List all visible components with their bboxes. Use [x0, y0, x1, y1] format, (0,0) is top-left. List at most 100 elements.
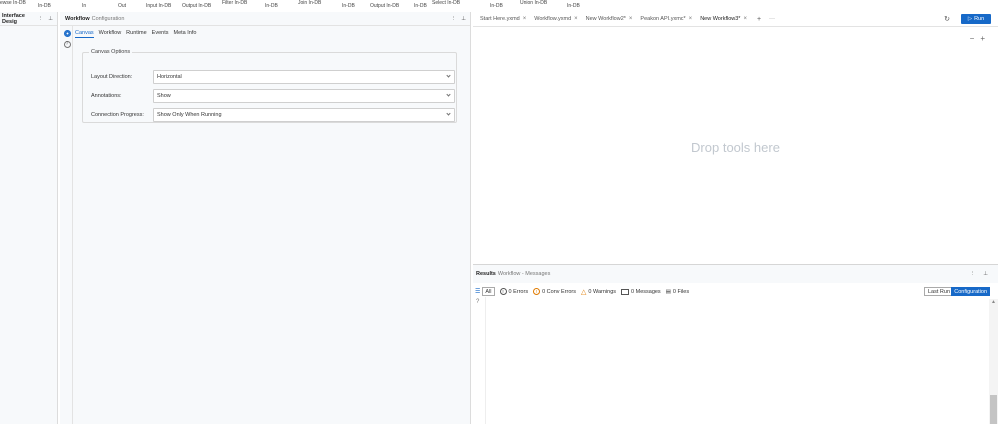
configuration-title: Workflow: [65, 15, 90, 22]
results-subtitle: Workflow - Messages: [497, 271, 551, 277]
ribbon-item[interactable]: Output In-DB: [182, 3, 211, 9]
file-icon: ▤: [665, 288, 671, 295]
filter-conv-errors-button[interactable]: ! 0 Conv Errors: [533, 288, 576, 295]
ribbon-item[interactable]: Join In-DB: [298, 0, 321, 6]
config-tabs: Canvas Workflow Runtime Events Meta Info: [75, 30, 196, 38]
ribbon-item[interactable]: Filter In-DB: [222, 0, 247, 6]
close-icon[interactable]: ×: [743, 16, 747, 22]
configuration-subtitle: Configuration: [91, 15, 125, 22]
config-divider: [72, 26, 73, 424]
zoom-out-button[interactable]: −: [970, 34, 975, 43]
more-options-icon[interactable]: ⋮: [970, 271, 976, 277]
help-icon[interactable]: ?: [476, 299, 479, 305]
workflow-tab-label: New Workflow2*: [585, 16, 626, 22]
help-icon[interactable]: ?: [63, 41, 71, 48]
more-tabs-button[interactable]: ···: [765, 16, 779, 22]
close-icon[interactable]: ×: [523, 16, 527, 22]
workflow-tab-label: Workflow.yxmd: [534, 16, 572, 22]
configuration-header: Workflow Configuration ⋮ ⊥: [60, 12, 470, 26]
workflow-tab-label: Start Here.yxmd: [480, 16, 520, 22]
configuration-panel: Workflow Configuration ⋮ ⊥ ? Canvas Work…: [60, 12, 471, 424]
configuration-icon[interactable]: [63, 30, 71, 37]
annotations-label: Annotations:: [91, 93, 122, 99]
tab-meta-info[interactable]: Meta Info: [173, 30, 196, 38]
filter-warnings-button[interactable]: △ 0 Warnings: [581, 288, 616, 296]
annotations-row: Annotations: Show: [91, 89, 455, 103]
last-run-button[interactable]: Last Run: [923, 287, 954, 296]
results-divider: [485, 297, 486, 424]
run-button[interactable]: ▷ Run: [961, 14, 991, 24]
drop-tools-placeholder: Drop tools here: [691, 140, 780, 155]
tab-runtime[interactable]: Runtime: [126, 30, 146, 38]
workflow-tab[interactable]: Peakon API.yxmc* ×: [638, 12, 698, 27]
zoom-in-button[interactable]: +: [980, 34, 985, 43]
ribbon-item[interactable]: ewse In-DB: [0, 0, 26, 6]
results-header: Results Workflow - Messages ⋮ ⊥: [473, 265, 998, 283]
ribbon-item[interactable]: In: [82, 3, 86, 9]
filter-files-button[interactable]: ▤ 0 Files: [666, 289, 689, 295]
results-scrollbar[interactable]: ▲: [989, 299, 998, 424]
results-filters: ☰ All ! 0 Errors ! 0 Conv Errors △ 0 War…: [473, 286, 998, 297]
filter-messages-button[interactable]: 0 Messages: [621, 288, 661, 295]
connection-progress-row: Connection Progress: Show Only When Runn…: [91, 108, 455, 122]
pin-icon[interactable]: ⊥: [461, 16, 466, 22]
warning-icon: △: [581, 288, 587, 296]
error-icon: !: [499, 288, 507, 295]
canvas-options-group: Canvas Options Layout Direction: Horizon…: [82, 49, 457, 123]
ribbon-item[interactable]: Input In-DB: [146, 3, 171, 9]
workflow-tab-label: Peakon API.yxmc*: [640, 16, 686, 22]
ribbon-item[interactable]: In-DB: [342, 3, 355, 9]
chevron-down-icon: [446, 73, 451, 78]
filter-errors-button[interactable]: ! 0 Errors: [499, 288, 528, 295]
filter-all-label: All: [485, 288, 492, 295]
workflow-tab-active[interactable]: New Workflow3* ×: [698, 12, 753, 27]
interface-designer-header: Interface Desig ⋮ ⊥: [0, 12, 57, 26]
more-options-icon[interactable]: ⋮: [451, 16, 457, 22]
filter-files-label: 0 Files: [672, 288, 690, 295]
tab-canvas[interactable]: Canvas: [75, 30, 94, 38]
chevron-down-icon: [446, 92, 451, 97]
connection-progress-label: Connection Progress:: [91, 112, 144, 118]
configuration-button[interactable]: Configuration: [951, 287, 990, 296]
results-title: Results: [476, 271, 496, 277]
pin-icon[interactable]: ⊥: [48, 16, 53, 22]
run-button-label: Run: [974, 16, 985, 22]
zoom-controls: − +: [970, 34, 985, 43]
history-icon[interactable]: ↻: [944, 15, 950, 23]
ribbon-item[interactable]: Union In-DB: [520, 0, 547, 6]
ribbon-item[interactable]: Out: [118, 3, 126, 9]
workflow-tab[interactable]: Start Here.yxmd ×: [478, 12, 532, 27]
close-icon[interactable]: ×: [574, 16, 578, 22]
ribbon-item[interactable]: In-DB: [490, 3, 503, 9]
workflow-tab[interactable]: New Workflow2* ×: [584, 12, 639, 27]
add-tab-button[interactable]: +: [753, 16, 765, 23]
filter-all-button[interactable]: All: [482, 287, 495, 296]
layout-direction-select[interactable]: Horizontal: [153, 70, 455, 84]
play-icon: ▷: [967, 16, 973, 22]
workflow-tab[interactable]: Workflow.yxmd ×: [532, 12, 583, 27]
canvas-options-title: Canvas Options: [91, 49, 131, 55]
chevron-down-icon: [446, 111, 451, 116]
ribbon-item[interactable]: In-DB: [567, 3, 580, 9]
pin-icon[interactable]: ⊥: [983, 271, 988, 277]
connection-progress-select[interactable]: Show Only When Running: [153, 108, 455, 122]
ribbon-item[interactable]: In-DB: [265, 3, 278, 9]
ribbon-item[interactable]: In-DB: [38, 3, 51, 9]
ribbon-item[interactable]: Select In-DB: [432, 0, 460, 6]
tab-events[interactable]: Events: [152, 30, 169, 38]
workflow-tab-bar: Start Here.yxmd × Workflow.yxmd × New Wo…: [473, 12, 998, 27]
layout-direction-row: Layout Direction: Horizontal: [91, 70, 455, 84]
more-options-icon[interactable]: ⋮: [38, 16, 44, 22]
message-icon: [621, 288, 630, 295]
tab-workflow[interactable]: Workflow: [99, 30, 122, 38]
tool-ribbon: ewse In-DB In-DB In Out Input In-DB Outp…: [0, 0, 998, 9]
scrollbar-thumb[interactable]: [990, 395, 997, 424]
ribbon-item[interactable]: Output In-DB: [370, 3, 399, 9]
annotations-select[interactable]: Show: [153, 89, 455, 103]
scroll-up-icon[interactable]: ▲: [989, 299, 998, 305]
ribbon-item[interactable]: In-DB: [414, 3, 427, 9]
close-icon[interactable]: ×: [689, 16, 693, 22]
close-icon[interactable]: ×: [629, 16, 633, 22]
config-side-icons: ?: [62, 30, 72, 48]
list-icon[interactable]: ☰: [475, 288, 480, 295]
